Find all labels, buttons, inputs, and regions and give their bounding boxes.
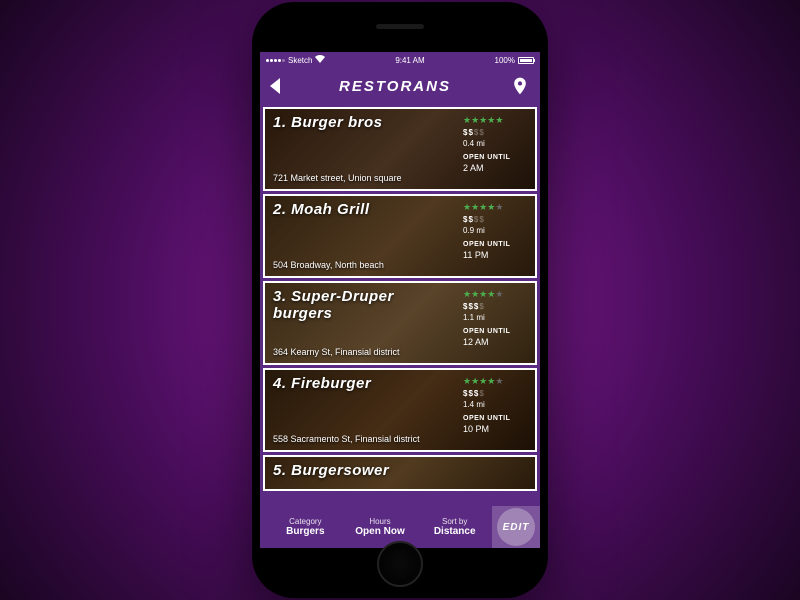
hours-value: 12 AM	[463, 337, 527, 347]
restaurant-name: 5. Burgersower	[273, 463, 423, 480]
filter-value: Burgers	[268, 526, 343, 537]
star-icon: ★	[495, 202, 503, 213]
header: RESTORANS	[260, 68, 540, 104]
rating-stars: ★★★★★	[463, 376, 527, 387]
restaurant-address: 721 Market street, Union square	[273, 173, 463, 183]
carrier-label: Sketch	[288, 56, 312, 65]
signal-dots-icon	[266, 59, 285, 62]
star-icon: ★	[487, 289, 495, 300]
restaurant-name: 4. Fireburger	[273, 376, 423, 393]
battery-percent: 100%	[495, 56, 515, 65]
star-icon: ★	[479, 376, 487, 387]
status-bar: Sketch 9:41 AM 100%	[260, 52, 540, 68]
filter-label: Sort by	[417, 517, 492, 526]
rating-stars: ★★★★★	[463, 202, 527, 213]
edit-label: EDIT	[497, 508, 535, 546]
hours-value: 11 PM	[463, 250, 527, 260]
hours-value: 2 AM	[463, 163, 527, 173]
price-indicator: $$$$	[463, 302, 527, 311]
price-indicator: $$$$	[463, 389, 527, 398]
restaurant-card[interactable]: 5. Burgersower	[263, 455, 537, 491]
location-pin-icon[interactable]	[510, 76, 530, 96]
battery-icon	[518, 57, 534, 64]
star-icon: ★	[479, 202, 487, 213]
wifi-icon	[315, 55, 325, 65]
hours-label: OPEN UNTIL	[463, 241, 527, 248]
star-icon: ★	[463, 115, 471, 126]
filter-bar: Category Burgers Hours Open Now Sort by …	[260, 506, 540, 548]
star-icon: ★	[463, 289, 471, 300]
restaurant-list: 1. Burger bros 721 Market street, Union s…	[260, 104, 540, 506]
restaurant-name: 2. Moah Grill	[273, 202, 423, 219]
star-icon: ★	[495, 376, 503, 387]
restaurant-card[interactable]: 1. Burger bros 721 Market street, Union s…	[263, 107, 537, 191]
filter-value: Open Now	[343, 526, 418, 537]
phone-frame: Sketch 9:41 AM 100% RESTORANS 1. Burger …	[252, 2, 548, 598]
restaurant-address: 504 Broadway, North beach	[273, 260, 463, 270]
filter-label: Category	[268, 517, 343, 526]
distance: 0.9 mi	[463, 226, 527, 235]
filter-category[interactable]: Category Burgers	[268, 517, 343, 537]
clock: 9:41 AM	[395, 56, 424, 65]
star-icon: ★	[495, 289, 503, 300]
restaurant-name: 1. Burger bros	[273, 115, 423, 132]
star-icon: ★	[471, 376, 479, 387]
restaurant-card[interactable]: 3. Super-Druper burgers 364 Kearny St, Fi…	[263, 281, 537, 365]
rating-stars: ★★★★★	[463, 115, 527, 126]
star-icon: ★	[463, 376, 471, 387]
star-icon: ★	[495, 115, 503, 126]
distance: 1.1 mi	[463, 313, 527, 322]
distance: 1.4 mi	[463, 400, 527, 409]
back-button[interactable]	[270, 78, 280, 94]
rating-stars: ★★★★★	[463, 289, 527, 300]
restaurant-card[interactable]: 2. Moah Grill504 Broadway, North beach★★…	[263, 194, 537, 278]
filter-value: Distance	[417, 526, 492, 537]
edit-button[interactable]: EDIT	[492, 506, 540, 548]
star-icon: ★	[479, 115, 487, 126]
star-icon: ★	[487, 202, 495, 213]
page-title: RESTORANS	[339, 78, 451, 95]
price-indicator: $$$$	[463, 128, 527, 137]
price-indicator: $$$$	[463, 215, 527, 224]
star-icon: ★	[463, 202, 471, 213]
star-icon: ★	[479, 289, 487, 300]
star-icon: ★	[471, 289, 479, 300]
filter-sort[interactable]: Sort by Distance	[417, 517, 492, 537]
restaurant-address: 364 Kearny St, Finansial district	[273, 347, 463, 357]
distance: 0.4 mi	[463, 139, 527, 148]
restaurant-name: 3. Super-Druper burgers	[273, 289, 423, 322]
star-icon: ★	[487, 115, 495, 126]
filter-hours[interactable]: Hours Open Now	[343, 517, 418, 537]
hours-label: OPEN UNTIL	[463, 154, 527, 161]
filter-label: Hours	[343, 517, 418, 526]
hours-label: OPEN UNTIL	[463, 415, 527, 422]
star-icon: ★	[471, 202, 479, 213]
star-icon: ★	[471, 115, 479, 126]
screen: Sketch 9:41 AM 100% RESTORANS 1. Burger …	[260, 52, 540, 548]
hours-label: OPEN UNTIL	[463, 328, 527, 335]
star-icon: ★	[487, 376, 495, 387]
hours-value: 10 PM	[463, 424, 527, 434]
restaurant-card[interactable]: 4. Fireburger 558 Sacramento St, Finansia…	[263, 368, 537, 452]
restaurant-address: 558 Sacramento St, Finansial district	[273, 434, 463, 444]
